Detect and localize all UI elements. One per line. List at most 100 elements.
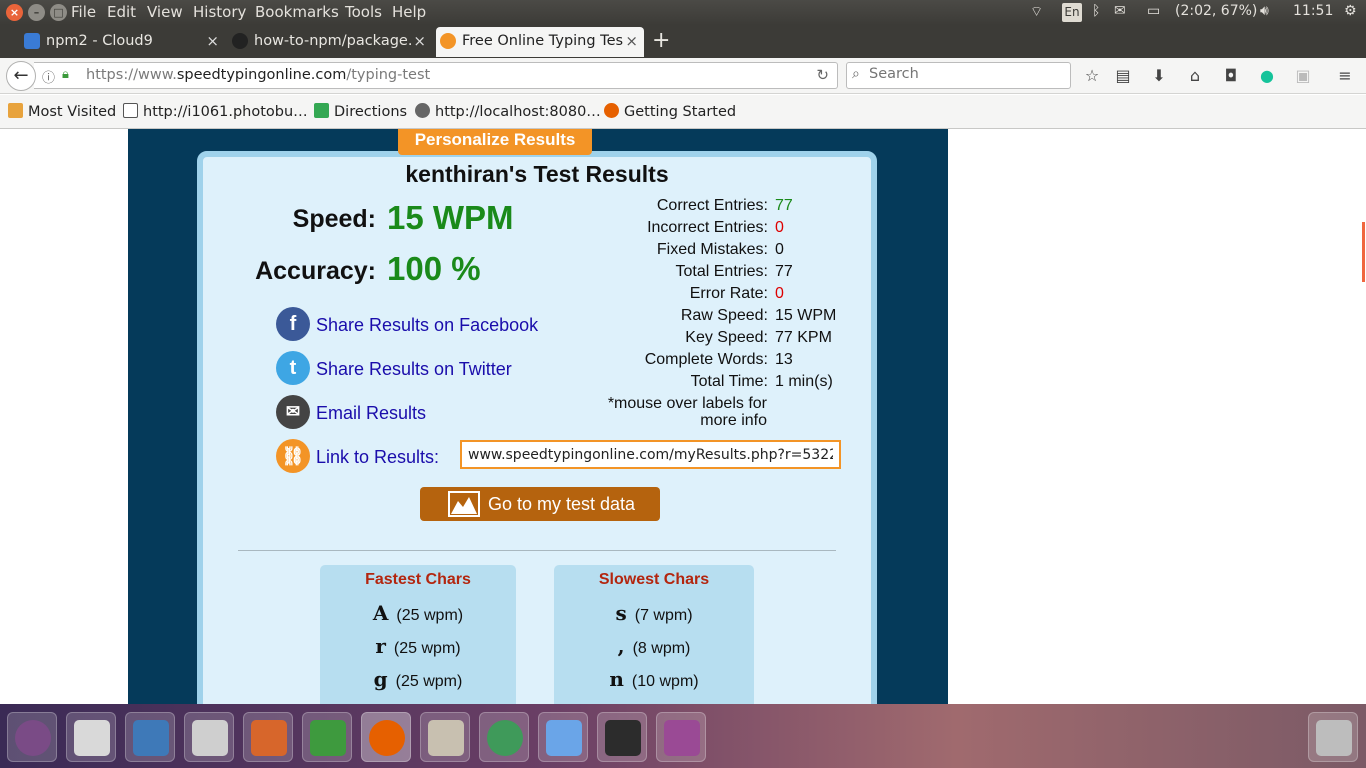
- volume-icon[interactable]: 🔊︎: [1260, 3, 1269, 19]
- system-menubar: × – □ File Edit View History Bookmarks T…: [0, 0, 1366, 25]
- stat-value: 77 KPM: [775, 329, 832, 346]
- trash-icon[interactable]: [1308, 712, 1358, 762]
- reading-list-icon[interactable]: ▤: [1113, 66, 1133, 85]
- stat-fixed-mistakes[interactable]: Fixed Mistakes: 0: [560, 241, 890, 263]
- tab-github[interactable]: how-to-npm/package. ×: [228, 27, 432, 57]
- menu-tools[interactable]: Tools: [345, 3, 382, 21]
- url-text[interactable]: https://www.speedtypingonline.com/typing…: [86, 67, 430, 83]
- bookmark-getting-started[interactable]: Getting Started: [604, 103, 736, 120]
- link-to-results-label: Link to Results:: [316, 447, 440, 467]
- battery-icon[interactable]: ▭: [1147, 3, 1160, 19]
- bookmark-label: http://i1061.photobu…: [143, 104, 308, 120]
- twitter-icon: t: [276, 351, 310, 385]
- char-glyph: A: [372, 601, 389, 625]
- hamburger-menu-icon[interactable]: ≡: [1335, 66, 1355, 85]
- atom-icon[interactable]: [479, 712, 529, 762]
- firefox-icon: [604, 103, 619, 118]
- libreoffice-calc-icon[interactable]: [302, 712, 352, 762]
- go-to-test-data-button[interactable]: Go to my test data: [420, 487, 660, 521]
- stat-correct-entries[interactable]: Correct Entries: 77: [560, 197, 890, 219]
- window-maximize-button[interactable]: □: [50, 4, 67, 21]
- window-minimize-button[interactable]: –: [28, 4, 45, 21]
- char-speed: (8 wpm): [632, 640, 691, 657]
- bookmark-directions[interactable]: Directions: [314, 103, 407, 120]
- keyboard-layout-indicator[interactable]: En: [1062, 3, 1082, 22]
- reload-icon[interactable]: ↻: [816, 66, 829, 84]
- page-scrollbar[interactable]: [1357, 129, 1366, 704]
- grammarly-icon[interactable]: ●: [1257, 66, 1277, 85]
- info-icon[interactable]: ⓘ: [42, 67, 55, 86]
- menu-history[interactable]: History: [193, 3, 246, 21]
- window-close-button[interactable]: ×: [6, 4, 23, 21]
- downloads-icon[interactable]: ⬇: [1149, 66, 1169, 85]
- stat-total-entries[interactable]: Total Entries: 77: [560, 263, 890, 285]
- share-twitter-label: Share Results on Twitter: [316, 359, 512, 379]
- stat-label: Correct Entries:: [656, 197, 768, 214]
- document-viewer-icon[interactable]: [66, 712, 116, 762]
- menu-file[interactable]: File: [71, 3, 96, 21]
- stat-label: Complete Words:: [644, 351, 768, 368]
- stat-key-speed[interactable]: Key Speed: 77 KPM: [560, 329, 890, 351]
- mail-icon[interactable]: ✉: [1114, 3, 1126, 19]
- home-icon[interactable]: ⌂: [1185, 66, 1205, 85]
- libreoffice-impress-icon[interactable]: [243, 712, 293, 762]
- close-tab-icon[interactable]: ×: [206, 27, 219, 55]
- search-input[interactable]: [869, 66, 1064, 82]
- file-cabinet-icon[interactable]: [420, 712, 470, 762]
- power-gear-icon[interactable]: ⚙: [1344, 3, 1357, 19]
- menu-edit[interactable]: Edit: [107, 3, 136, 21]
- tab-typing-test[interactable]: Free Online Typing Tes ×: [436, 27, 644, 57]
- menu-help[interactable]: Help: [392, 3, 426, 21]
- stat-value: 15 WPM: [775, 307, 837, 324]
- ubuntu-dash-icon[interactable]: [7, 712, 57, 762]
- bookmark-star-icon[interactable]: ☆: [1082, 66, 1102, 85]
- char-glyph: r: [375, 634, 386, 658]
- stat-value: 1 min(s): [775, 373, 833, 390]
- libreoffice-writer-icon[interactable]: [125, 712, 175, 762]
- bluetooth-icon[interactable]: ᛒ: [1092, 3, 1100, 19]
- results-link-input[interactable]: [460, 440, 841, 469]
- stat-label: Total Time:: [690, 373, 768, 390]
- close-tab-icon[interactable]: ×: [625, 27, 638, 55]
- workspace-switcher-icon[interactable]: [656, 712, 706, 762]
- bookmark-label: Getting Started: [624, 104, 737, 120]
- email-results-label: Email Results: [316, 403, 427, 423]
- wifi-icon[interactable]: ⌔: [1030, 3, 1043, 21]
- stat-complete-words[interactable]: Complete Words: 13: [560, 351, 890, 373]
- terminal-icon[interactable]: [597, 712, 647, 762]
- pocket-icon[interactable]: ◘: [1221, 66, 1241, 85]
- personalize-results-button[interactable]: Personalize Results: [398, 129, 592, 155]
- stat-value: 0: [775, 219, 784, 236]
- slowest-chars-box: Slowest Chars s (7 wpm) , (8 wpm) n (10 wpm…: [554, 565, 754, 704]
- fastest-char-row: A (25 wpm): [320, 601, 516, 625]
- stat-value: 0: [775, 285, 784, 302]
- stat-incorrect-entries[interactable]: Incorrect Entries: 0: [560, 219, 890, 241]
- stat-raw-speed[interactable]: Raw Speed: 15 WPM: [560, 307, 890, 329]
- lock-icon[interactable]: 🔒︎: [62, 67, 69, 82]
- firefox-icon[interactable]: [361, 712, 411, 762]
- compass-icon[interactable]: [538, 712, 588, 762]
- speedtyping-favicon-icon: [440, 33, 456, 49]
- clock[interactable]: 11:51: [1293, 3, 1333, 19]
- tab-cloud9[interactable]: npm2 - Cloud9 ×: [20, 27, 225, 57]
- url-bar[interactable]: ⓘ 🔒︎ https://www.speedtypingonline.com/t…: [34, 62, 838, 89]
- back-button[interactable]: ←: [6, 61, 36, 91]
- stat-error-rate[interactable]: Error Rate: 0: [560, 285, 890, 307]
- search-box[interactable]: ⌕: [846, 62, 1071, 89]
- close-tab-icon[interactable]: ×: [413, 27, 426, 55]
- new-tab-icon[interactable]: +: [652, 28, 670, 53]
- bookmark-localhost[interactable]: http://localhost:8080…: [415, 103, 601, 120]
- folder-icon: [8, 103, 23, 118]
- bookmark-most-visited[interactable]: Most Visited: [8, 103, 116, 120]
- bookmark-photobucket[interactable]: http://i1061.photobu…: [123, 103, 308, 120]
- menu-bookmarks[interactable]: Bookmarks: [255, 3, 339, 21]
- menu-view[interactable]: View: [147, 3, 183, 21]
- fastest-char-row: g (25 wpm): [320, 667, 516, 691]
- battery-status[interactable]: (2:02, 67%): [1175, 3, 1257, 19]
- stat-total-time[interactable]: Total Time: 1 min(s): [560, 373, 890, 395]
- camera-icon[interactable]: [184, 712, 234, 762]
- scrollbar-thumb[interactable]: [1362, 222, 1365, 282]
- char-speed: (25 wpm): [395, 673, 463, 690]
- extension-icon[interactable]: ▣: [1293, 66, 1313, 85]
- cloud9-favicon-icon: [24, 33, 40, 49]
